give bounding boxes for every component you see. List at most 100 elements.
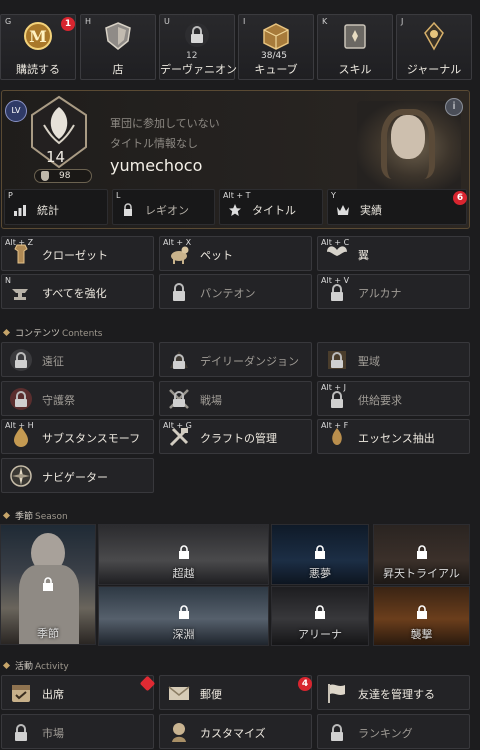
substance-morph-button[interactable]: Alt + H サブスタンスモーフ <box>1 419 154 454</box>
wings-button[interactable]: Alt + C 翼 <box>317 236 470 271</box>
closet-button[interactable]: Alt + Z クローゼット <box>1 236 154 271</box>
crafting-tools-icon <box>169 427 189 447</box>
essence-extraction-label: エッセンス抽出 <box>358 432 435 445</box>
season-card-label: アリーナ <box>298 628 342 641</box>
stats-button[interactable]: P 統計 <box>4 189 108 225</box>
wings-label: 翼 <box>358 249 369 262</box>
season-card-raid[interactable]: 襲撃 <box>373 586 470 646</box>
hotkey-label: U <box>164 17 170 26</box>
hotkey-label: I <box>243 17 246 26</box>
season-card-arena[interactable]: アリーナ <box>271 586 369 646</box>
pet-button[interactable]: Alt + X ペット <box>159 236 312 271</box>
contents-title: コンテンツ <box>15 329 61 339</box>
substance-morph-icon <box>14 427 28 447</box>
manage-friends-button[interactable]: 友達を管理する <box>317 675 470 710</box>
lock-icon <box>43 577 53 591</box>
journal-emblem-icon <box>424 21 444 51</box>
skill-label: スキル <box>338 63 372 76</box>
arcana-label: アルカナ <box>358 287 402 300</box>
notification-badge: 6 <box>453 191 467 205</box>
power-pill: 98 <box>34 169 92 183</box>
season-card-nightmare[interactable]: 悪夢 <box>271 524 369 585</box>
customize-label: カスタマイズ <box>200 727 266 740</box>
journal-button[interactable]: J ジャーナル <box>396 14 472 80</box>
battlefield-button[interactable]: 戦場 <box>159 381 312 416</box>
arcana-button[interactable]: Alt + V アルカナ <box>317 274 470 309</box>
svg-text:M: M <box>29 27 47 46</box>
arcana-lock-icon <box>331 284 343 301</box>
activity-subtitle: Activity <box>35 662 69 672</box>
enhance-all-button[interactable]: N すべてを強化 <box>1 274 154 309</box>
title-button[interactable]: Alt + T タイトル <box>219 189 323 225</box>
navigator-button[interactable]: ナビゲーター <box>1 458 154 493</box>
journal-label: ジャーナル <box>406 63 462 76</box>
hotkey-label: H <box>85 17 92 26</box>
season-card-ascension-trial[interactable]: 昇天トライアル <box>373 524 470 585</box>
ranking-button[interactable]: ランキング <box>317 714 470 749</box>
achievement-button[interactable]: Y 実績 6 <box>327 189 467 225</box>
level-tag: LV <box>5 100 27 122</box>
subscribe-button[interactable]: G M 購読する 1 <box>0 14 76 80</box>
shop-label: 店 <box>112 63 124 76</box>
substance-morph-label: サブスタンスモーフ <box>42 432 141 445</box>
lock-icon <box>416 605 427 619</box>
pet-icon <box>171 246 189 264</box>
info-button[interactable]: i <box>445 98 463 116</box>
closet-icon <box>14 244 28 264</box>
market-label: 市場 <box>42 727 64 740</box>
mail-label: 郵便 <box>200 688 222 701</box>
expedition-button[interactable]: 遠征 <box>1 342 154 377</box>
legion-status: 軍団に参加していない <box>110 117 220 130</box>
sanctuary-lock-icon <box>328 351 346 369</box>
guardian-festival-button[interactable]: 守護祭 <box>1 381 154 416</box>
skill-button[interactable]: K スキル <box>317 14 393 80</box>
daily-dungeon-label: デイリーダンジョン <box>200 355 299 368</box>
daily-dungeon-lock-icon <box>170 351 188 369</box>
crafting-button[interactable]: Alt + G クラフトの管理 <box>159 419 312 454</box>
portrait-hair <box>381 109 435 179</box>
navigator-label: ナビゲーター <box>42 471 108 484</box>
character-name: yumechoco <box>110 156 203 175</box>
daevanion-button[interactable]: U 12 デーヴァニオン <box>159 14 237 80</box>
daevanion-lock-icon <box>185 23 209 47</box>
lock-icon <box>416 545 427 559</box>
sanctuary-button[interactable]: 聖域 <box>317 342 470 377</box>
battlefield-lock-icon <box>169 389 189 409</box>
daily-dungeon-button[interactable]: デイリーダンジョン <box>159 342 312 377</box>
attendance-button[interactable]: 出席 <box>1 675 156 710</box>
mail-button[interactable]: 郵便 4 <box>159 675 312 710</box>
season-card-label: 悪夢 <box>309 567 331 580</box>
season-card-abyss[interactable]: 深淵 <box>98 586 269 646</box>
season-title: 季節 <box>15 512 34 522</box>
cube-capacity: 38/45 <box>261 51 287 61</box>
market-button[interactable]: 市場 <box>1 714 154 749</box>
activity-title: 活動 <box>15 662 34 672</box>
shop-shield-icon <box>105 22 131 50</box>
customize-icon <box>172 723 186 742</box>
stats-label: 統計 <box>37 204 59 217</box>
wings-icon <box>327 246 347 256</box>
expedition-label: 遠征 <box>42 355 64 368</box>
season-card-season[interactable]: 季節 <box>0 524 96 645</box>
legion-button[interactable]: L レギオン <box>112 189 215 225</box>
contents-subtitle: Contents <box>62 329 103 339</box>
attendance-icon <box>12 685 30 702</box>
cube-button[interactable]: I 38/45 キューブ <box>238 14 314 80</box>
title-star-icon <box>229 204 241 216</box>
essence-extraction-button[interactable]: Alt + F エッセンス抽出 <box>317 419 470 454</box>
legion-label: レギオン <box>145 204 189 217</box>
mail-icon <box>168 686 190 700</box>
title-status: タイトル情報なし <box>110 137 198 150</box>
hotkey-label: P <box>8 191 13 200</box>
pet-label: ペット <box>200 249 233 262</box>
attendance-label: 出席 <box>42 688 64 701</box>
pantheon-button[interactable]: パンテオン <box>159 274 312 309</box>
essence-extraction-icon <box>332 428 342 445</box>
hotkey-label: G <box>5 17 12 26</box>
shop-button[interactable]: H 店 <box>80 14 156 80</box>
customize-button[interactable]: カスタマイズ <box>159 714 312 749</box>
supply-request-button[interactable]: Alt + J 供給要求 <box>317 381 470 416</box>
season-card-transcendence[interactable]: 超越 <box>98 524 269 585</box>
market-lock-icon <box>15 724 27 741</box>
hotkey-label: K <box>322 17 328 26</box>
